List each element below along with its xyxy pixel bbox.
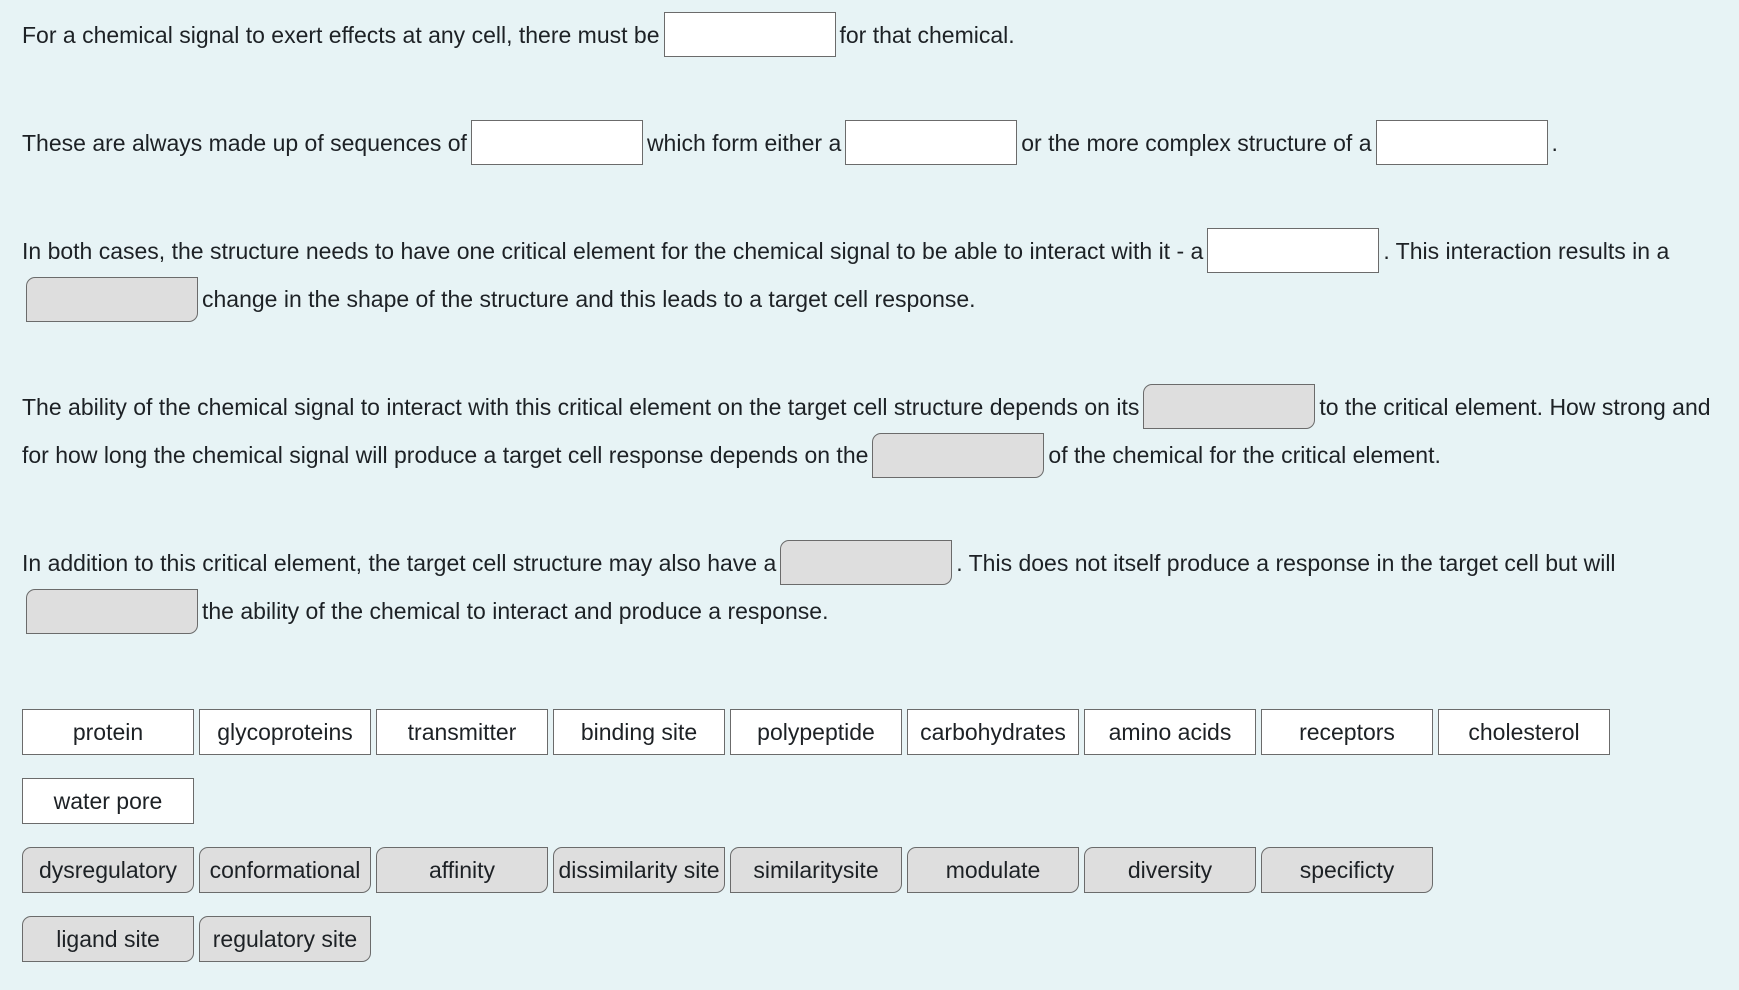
sentence-text: change in the shape of the structure and… xyxy=(202,286,976,313)
draggable-word-polypeptide[interactable]: polypeptide xyxy=(730,709,902,755)
drop-zone-2[interactable] xyxy=(470,120,643,166)
sentence-text: For a chemical signal to exert effects a… xyxy=(22,22,660,48)
draggable-word-cholesterol[interactable]: cholesterol xyxy=(1438,709,1610,755)
draggable-word-dissimilarity-site[interactable]: dissimilarity site xyxy=(553,847,725,893)
draggable-word-water-pore[interactable]: water pore xyxy=(22,778,194,824)
sentence-3: In both cases, the structure needs to ha… xyxy=(22,227,1722,324)
draggable-word-protein[interactable]: protein xyxy=(22,709,194,755)
sentence-4: The ability of the chemical signal to in… xyxy=(22,383,1722,480)
sentence-text: . This interaction results in a xyxy=(1383,238,1670,264)
draggable-word-regulatory-site[interactable]: regulatory site xyxy=(199,916,371,962)
draggable-word-receptors[interactable]: receptors xyxy=(1261,709,1433,755)
draggable-word-binding-site[interactable]: binding site xyxy=(553,709,725,755)
draggable-word-amino-acids[interactable]: amino acids xyxy=(1084,709,1256,755)
draggable-word-specificty[interactable]: specificty xyxy=(1261,847,1433,893)
sentence-text: In both cases, the structure needs to ha… xyxy=(22,238,1204,264)
draggable-word-similaritysite[interactable]: similaritysite xyxy=(730,847,902,893)
draggable-word-diversity[interactable]: diversity xyxy=(1084,847,1256,893)
sentence-text: The ability of the chemical signal to in… xyxy=(22,394,1140,420)
word-bank-group2-row1: dysregulatory conformational affinity di… xyxy=(22,847,1433,893)
draggable-word-carbohydrates[interactable]: carbohydrates xyxy=(907,709,1079,755)
draggable-word-affinity[interactable]: affinity xyxy=(376,847,548,893)
drop-zone-6[interactable] xyxy=(26,276,198,322)
sentence-text: or the more complex structure of a xyxy=(1021,130,1372,156)
sentence-text: which form either a xyxy=(646,130,842,156)
drop-zone-1[interactable] xyxy=(663,12,836,58)
drop-zone-3[interactable] xyxy=(845,120,1018,166)
drop-zone-10[interactable] xyxy=(26,588,198,634)
sentence-text: for that chemical. xyxy=(839,22,1015,48)
drop-zone-8[interactable] xyxy=(872,432,1045,478)
draggable-word-transmitter[interactable]: transmitter xyxy=(376,709,548,755)
drop-zone-5[interactable] xyxy=(1207,228,1380,274)
sentence-2: These are always made up of sequences of… xyxy=(22,119,1722,167)
sentence-text: . This does not itself produce a respons… xyxy=(956,550,1616,576)
drop-zone-4[interactable] xyxy=(1375,120,1548,166)
draggable-word-ligand-site[interactable]: ligand site xyxy=(22,916,194,962)
sentence-text: . xyxy=(1551,130,1558,156)
draggable-word-modulate[interactable]: modulate xyxy=(907,847,1079,893)
sentence-text: In addition to this critical element, th… xyxy=(22,550,777,576)
drop-zone-9[interactable] xyxy=(780,540,953,586)
word-bank-group1-row1: protein glycoproteins transmitter bindin… xyxy=(22,709,1610,755)
sentence-1: For a chemical signal to exert effects a… xyxy=(22,11,1722,59)
draggable-word-conformational[interactable]: conformational xyxy=(199,847,371,893)
word-bank-group2-row2: ligand site regulatory site xyxy=(22,916,371,962)
draggable-word-dysregulatory[interactable]: dysregulatory xyxy=(22,847,194,893)
word-bank-group1-row2: water pore xyxy=(22,778,194,824)
drop-zone-7[interactable] xyxy=(1143,384,1316,430)
sentence-5: In addition to this critical element, th… xyxy=(22,539,1722,636)
sentence-text: of the chemical for the critical element… xyxy=(1048,442,1441,469)
sentence-text: the ability of the chemical to interact … xyxy=(202,598,829,625)
draggable-word-glycoproteins[interactable]: glycoproteins xyxy=(199,709,371,755)
sentence-text: These are always made up of sequences of xyxy=(22,130,467,156)
